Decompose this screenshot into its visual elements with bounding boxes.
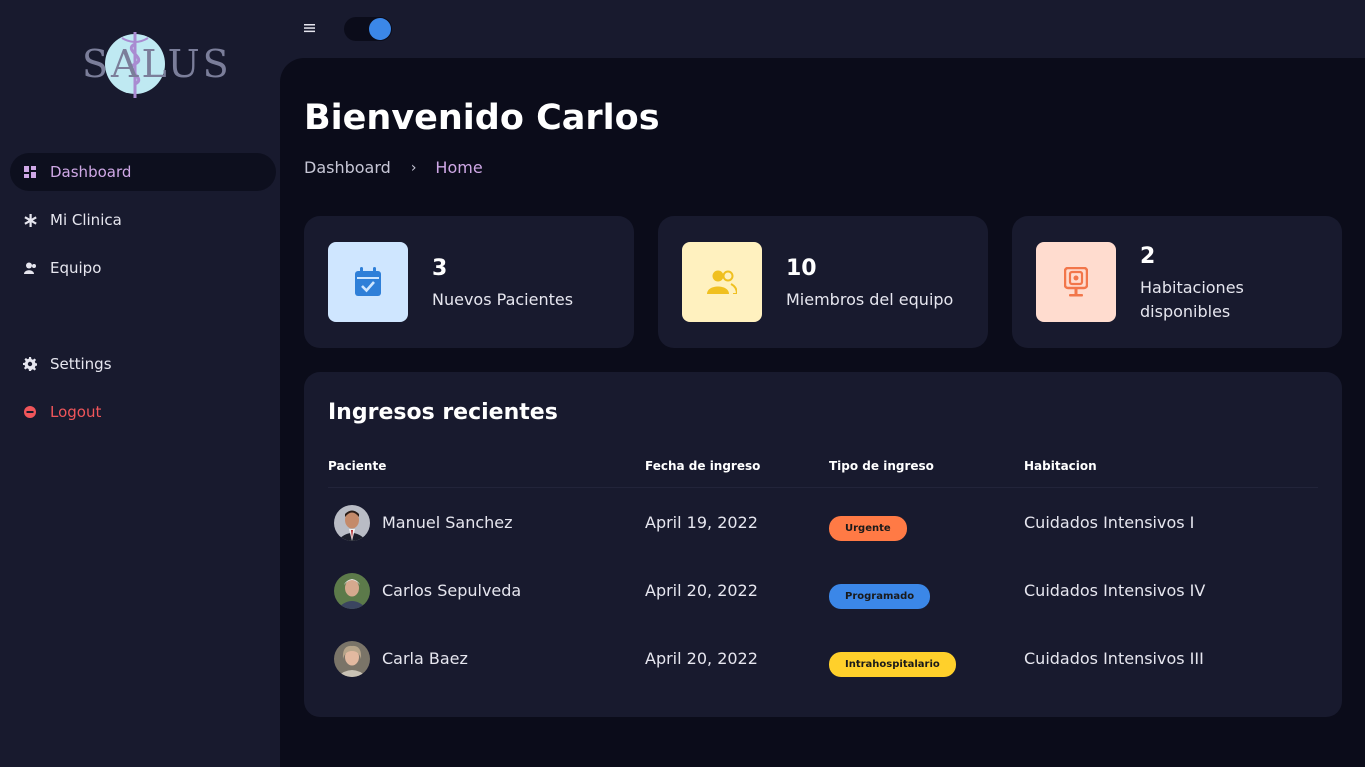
hamburger-icon [304,24,315,33]
patient-name: Carla Baez [382,649,468,668]
column-header-patient: Paciente [328,459,387,473]
column-header-date: Fecha de ingreso [645,459,761,473]
toggle-knob [369,18,391,40]
column-header-room: Habitacion [1024,459,1097,473]
breadcrumb-home[interactable]: Home [435,158,482,177]
patient-name: Carlos Sepulveda [382,581,522,600]
main-content: Bienvenido Carlos Dashboard › Home 3 Nue… [280,58,1365,767]
sidebar-item-label: Equipo [50,259,102,277]
column-header-type: Tipo de ingreso [829,459,934,473]
breadcrumb-dashboard[interactable]: Dashboard [304,158,391,177]
salus-logo[interactable]: SALUS [82,30,232,100]
header-divider [328,487,1318,488]
stat-label: Habitaciones disponibles [1140,278,1244,321]
sidebar-item-label: Logout [50,403,102,421]
chevron-right-icon: › [410,159,417,176]
table-row[interactable]: Carla Baez April 20, 2022 Intrahospitala… [328,625,1318,693]
stat-label: Miembros del equipo [786,290,954,309]
stat-card-new-patients: 3 Nuevos Pacientes [304,216,634,348]
sidebar-item-logout[interactable]: Logout [10,393,276,431]
recent-admissions-table: Ingresos recientes Paciente Fecha de ing… [304,372,1342,717]
room-name: Cuidados Intensivos III [1024,649,1204,668]
stat-label: Nuevos Pacientes [432,290,574,309]
status-badge: Urgente [829,516,907,541]
stat-card-rooms: 2 Habitaciones disponibles [1012,216,1342,348]
patient-name: Manuel Sanchez [382,513,513,532]
avatar [334,505,370,541]
stat-value: 2 [1140,244,1156,269]
dashboard-icon [23,165,37,179]
theme-toggle[interactable] [344,17,392,41]
stat-card-team-members: 10 Miembros del equipo [658,216,988,348]
stat-value: 3 [432,256,448,281]
stat-value: 10 [786,256,817,281]
avatar [334,573,370,609]
sidebar-item-dashboard[interactable]: Dashboard [10,153,276,191]
sidebar-item-label: Dashboard [50,163,132,181]
asterisk-icon [23,213,37,227]
sidebar: SALUS Dashboard Mi Clinica Equipo Settin… [0,0,280,767]
page-title: Bienvenido Carlos [304,98,660,138]
room-name: Cuidados Intensivos IV [1024,581,1206,600]
sidebar-item-equipo[interactable]: Equipo [10,249,276,287]
sidebar-item-label: Mi Clinica [50,211,122,229]
status-badge: Programado [829,584,931,609]
breadcrumb: Dashboard › Home [304,158,483,177]
users-icon [682,242,762,322]
admission-date: April 20, 2022 [645,649,758,668]
logout-icon [23,405,37,419]
table-title: Ingresos recientes [328,400,558,425]
room-name: Cuidados Intensivos I [1024,513,1195,532]
menu-toggle-button[interactable] [304,20,320,36]
sidebar-item-mi-clinica[interactable]: Mi Clinica [10,201,276,239]
sidebar-item-settings[interactable]: Settings [10,345,276,383]
sidebar-item-label: Settings [50,355,112,373]
admission-date: April 19, 2022 [645,513,758,532]
logo-text: SALUS [82,42,232,86]
table-row[interactable]: Carlos Sepulveda April 20, 2022 Programa… [328,557,1318,625]
avatar [334,641,370,677]
gear-icon [23,357,37,371]
status-badge: Intrahospitalario [829,652,956,677]
room-icon [1036,242,1116,322]
calendar-check-icon [328,242,408,322]
admission-date: April 20, 2022 [645,581,758,600]
table-row[interactable]: Manuel Sanchez April 19, 2022 Urgente Cu… [328,489,1318,557]
team-icon [23,261,37,275]
